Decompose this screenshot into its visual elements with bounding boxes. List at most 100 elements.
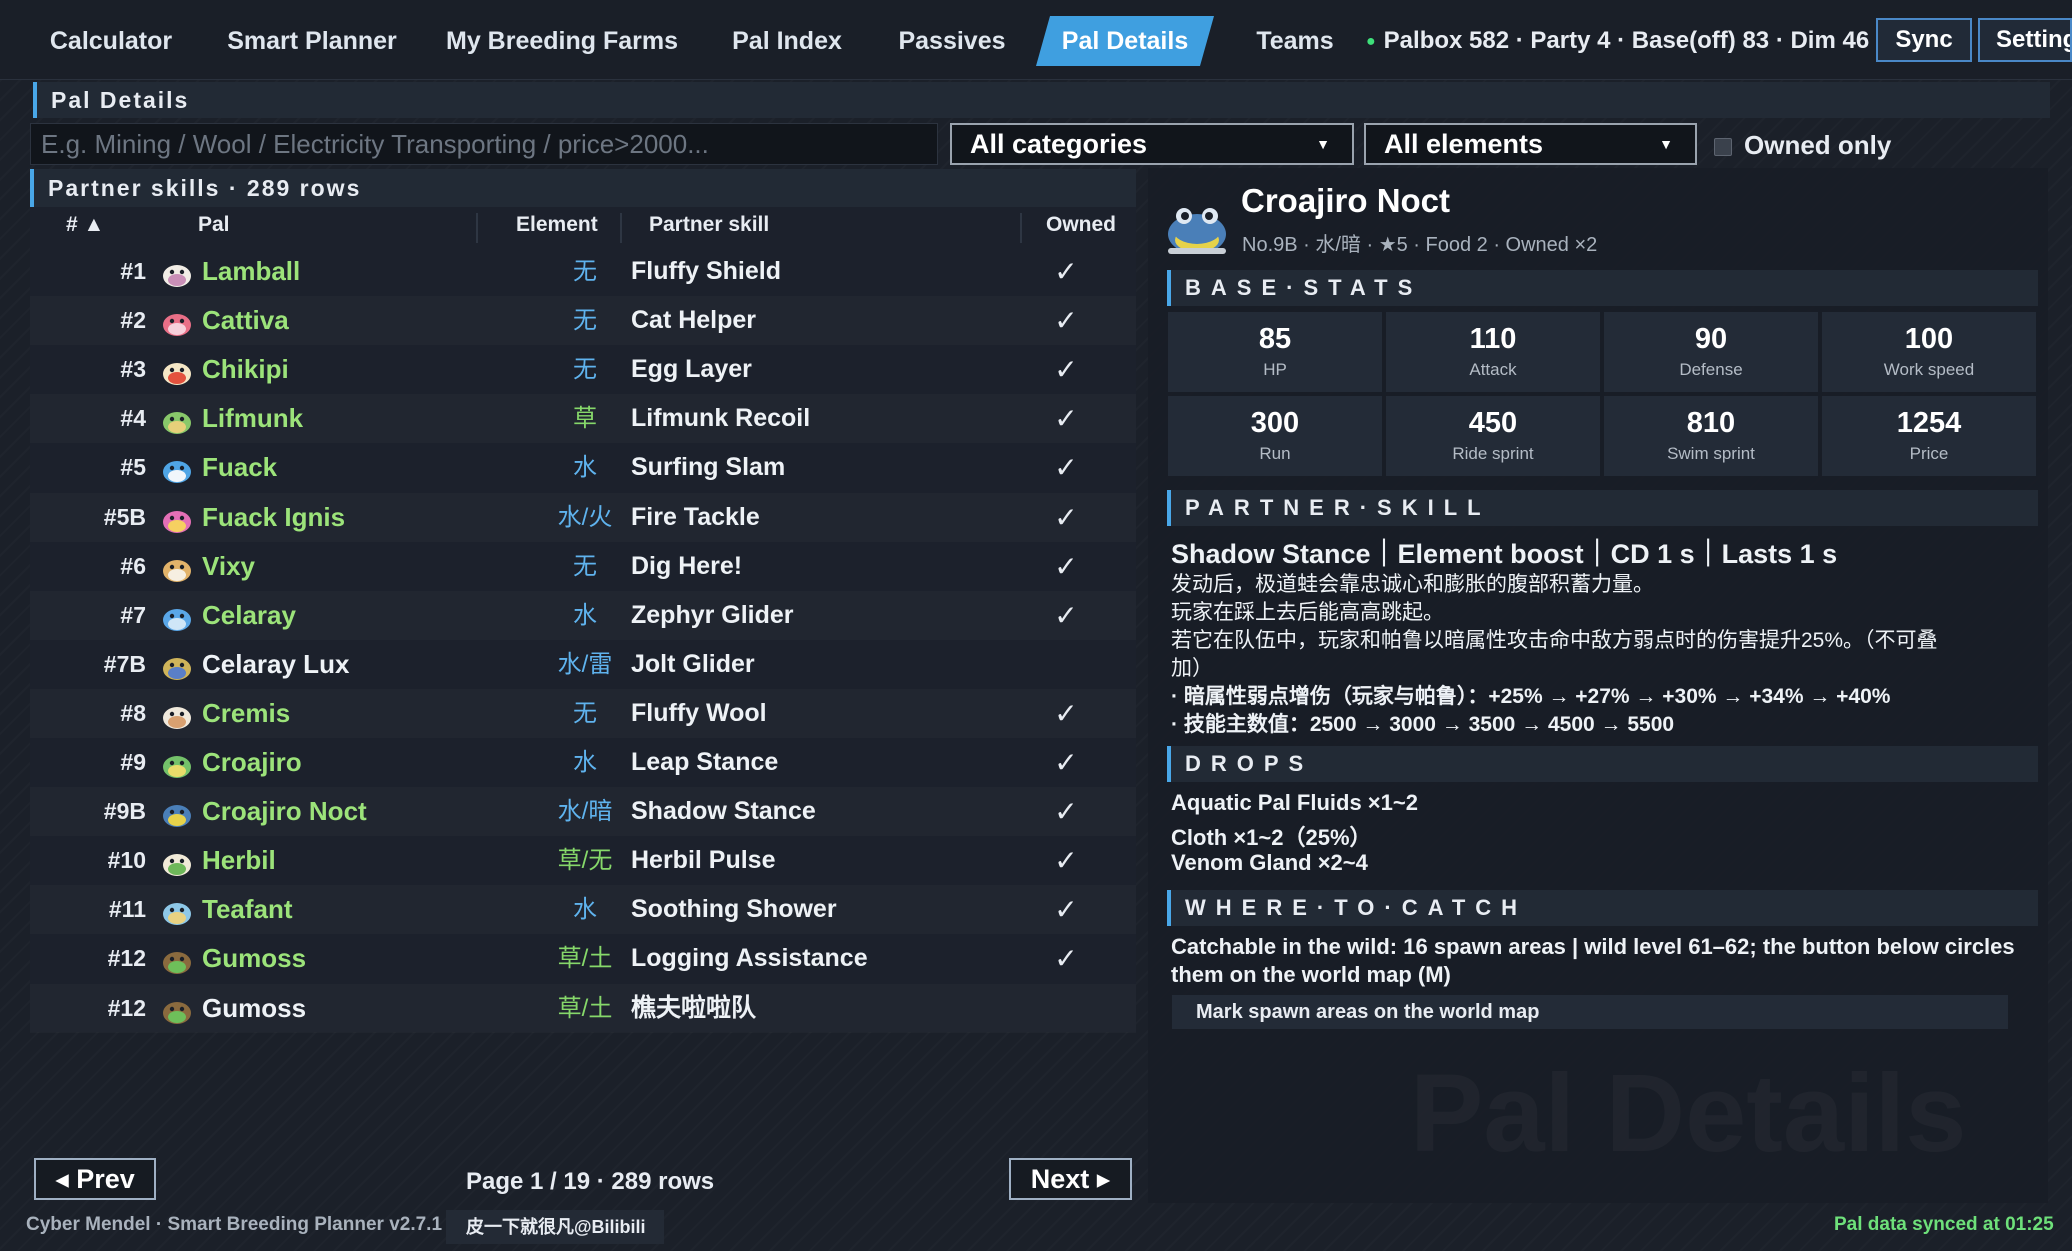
pal-name-link[interactable]: Fuack — [202, 443, 277, 492]
teafant-icon — [160, 896, 194, 926]
table-row[interactable]: #7B Celaray Lux 水/雷 Jolt Glider — [30, 640, 1136, 689]
stat-label: Ride sprint — [1452, 444, 1534, 463]
owned-only-toggle[interactable]: Owned only — [1714, 126, 1891, 164]
pal-name-link[interactable]: Fuack Ignis — [202, 493, 345, 542]
table-row[interactable]: #10 Herbil 草/无 Herbil Pulse ✓ — [30, 836, 1136, 885]
owned-check-icon: ✓ — [1054, 943, 1078, 975]
celaray-icon — [160, 602, 194, 632]
pal-name-link[interactable]: Lifmunk — [202, 394, 303, 443]
croajiro-noct-icon — [160, 798, 194, 828]
section-title: Pal Details — [33, 82, 2050, 118]
tab-teams[interactable]: Teams — [1236, 16, 1354, 66]
header-element[interactable]: Element — [516, 213, 598, 237]
header-pal[interactable]: Pal — [198, 213, 230, 237]
stat-label: Work speed — [1883, 360, 1975, 379]
pal-name-link[interactable]: Gumoss — [202, 934, 306, 983]
partner-skill-name: Dig Here! — [631, 551, 743, 580]
category-select[interactable]: All categories ▼ — [950, 123, 1354, 165]
footer-credit: 皮一下就很凡@Bilibili — [446, 1210, 664, 1244]
tab-calculator[interactable]: Calculator — [36, 16, 186, 66]
row-number: #11 — [108, 896, 146, 923]
tab-pal-index[interactable]: Pal Index — [722, 16, 852, 66]
partner-skill-name: Soothing Shower — [631, 895, 837, 924]
table-row[interactable]: #3 Chikipi 无 Egg Layer ✓ — [30, 345, 1136, 394]
pal-name-link[interactable]: Chikipi — [202, 345, 289, 394]
pal-name-link[interactable]: Vixy — [202, 542, 255, 591]
row-number: #12 — [107, 945, 146, 972]
table-row[interactable]: #8 Cremis 无 Fluffy Wool ✓ — [30, 689, 1136, 738]
partner-skill-desc-line: 发动后，极道蛙会靠忠诚心和膨胀的腹部积蓄力量。 — [1171, 573, 1654, 596]
table-row[interactable]: #5 Fuack 水 Surfing Slam ✓ — [30, 443, 1136, 492]
base-stats-title: BASE·STATS — [1167, 270, 2038, 306]
header-divider — [620, 213, 622, 243]
row-number: #5 — [120, 454, 146, 481]
row-number: #10 — [107, 847, 146, 874]
stat-price: 1254 Price — [1822, 396, 2036, 476]
catch-info-line: Catchable in the wild: 16 spawn areas | … — [1171, 934, 2015, 959]
tab-pal-details[interactable]: Pal Details — [1036, 16, 1214, 66]
owned-check-icon: ✓ — [1054, 796, 1078, 828]
table-row[interactable]: #9 Croajiro 水 Leap Stance ✓ — [30, 738, 1136, 787]
herbil-icon — [160, 847, 194, 877]
table-row[interactable]: #6 Vixy 无 Dig Here! ✓ — [30, 542, 1136, 591]
row-number: #9B — [103, 798, 146, 825]
table-title: Partner skills · 289 rows — [30, 169, 1136, 207]
partner-skill-name: Jolt Glider — [631, 649, 755, 678]
lifmunk-icon — [160, 405, 194, 435]
partner-skill-name: Fluffy Shield — [631, 257, 781, 285]
partner-skill-name: Surfing Slam — [631, 453, 786, 482]
owned-check-icon: ✓ — [1054, 403, 1078, 435]
pal-name-link[interactable]: Gumoss — [202, 984, 306, 1033]
table-row[interactable]: #2 Cattiva 无 Cat Helper ✓ — [30, 296, 1136, 345]
tab-passives[interactable]: Passives — [892, 16, 1012, 66]
croajiro-noct-avatar-icon — [1168, 208, 1226, 254]
mark-spawn-areas-button[interactable]: Mark spawn areas on the world map — [1172, 995, 2008, 1029]
page-info: Page 1 / 19 · 289 rows — [466, 1168, 715, 1195]
stat-value: 100 — [1904, 323, 1954, 355]
cattiva-icon — [160, 307, 194, 337]
header-skill[interactable]: Partner skill — [649, 213, 769, 237]
stat-value: 85 — [1258, 323, 1292, 355]
pal-name-link[interactable]: Herbil — [202, 836, 276, 885]
table-row[interactable]: #4 Lifmunk 草 Lifmunk Recoil ✓ — [30, 394, 1136, 443]
tab-my-breeding-farms[interactable]: My Breeding Farms — [446, 16, 678, 66]
owned-only-checkbox[interactable] — [1714, 138, 1732, 157]
sync-button[interactable]: Sync — [1876, 18, 1972, 62]
header-owned[interactable]: Owned — [1046, 213, 1116, 237]
search-input[interactable] — [30, 123, 938, 165]
chikipi-icon — [160, 356, 194, 386]
celaray-lux-icon — [160, 651, 194, 681]
table-row[interactable]: #12 Gumoss 草/土 Logging Assistance ✓ — [30, 934, 1136, 983]
table-row[interactable]: #1 Lamball 无 Fluffy Shield ✓ — [30, 247, 1136, 296]
pal-name-link[interactable]: Celaray — [202, 591, 296, 640]
table-row[interactable]: #5B Fuack Ignis 水/火 Fire Tackle ✓ — [30, 493, 1136, 542]
gumoss-icon — [160, 945, 194, 975]
next-page-button[interactable]: Next ▸ — [1009, 1158, 1132, 1200]
pal-name: Croajiro Noct — [1241, 182, 1451, 219]
chevron-down-icon: ▼ — [1659, 136, 1673, 152]
pal-name-link[interactable]: Teafant — [202, 885, 293, 934]
row-number: #7B — [103, 650, 146, 677]
prev-page-button[interactable]: ◂ Prev — [34, 1158, 156, 1200]
table-row[interactable]: #11 Teafant 水 Soothing Shower ✓ — [30, 885, 1136, 934]
element-select[interactable]: All elements ▼ — [1364, 123, 1697, 165]
pal-name-link[interactable]: Croajiro — [202, 738, 302, 787]
pal-name-link[interactable]: Cremis — [202, 689, 290, 738]
drop-item: Aquatic Pal Fluids ×1~2 — [1171, 790, 1418, 815]
partner-skills-table: # ▲ Pal Element Partner skill Owned #1 La… — [30, 207, 1136, 1032]
table-body: #1 Lamball 无 Fluffy Shield ✓ #2 Cattiva 无 Cat He… — [30, 247, 1136, 1032]
table-row[interactable]: #7 Celaray 水 Zephyr Glider ✓ — [30, 591, 1136, 640]
partner-skill-name: Lifmunk Recoil — [631, 404, 811, 433]
pal-name-link[interactable]: Lamball — [202, 247, 300, 296]
pal-name-link[interactable]: Celaray Lux — [202, 640, 349, 689]
lamball-icon — [160, 258, 194, 288]
table-row[interactable]: #9B Croajiro Noct 水/暗 Shadow Stance ✓ — [30, 787, 1136, 836]
table-row[interactable]: #12 Gumoss 草/土 樵夫啦啦队 — [30, 984, 1136, 1033]
sync-time: Pal data synced at 01:25 — [1834, 1214, 2054, 1235]
tab-smart-planner[interactable]: Smart Planner — [218, 16, 406, 66]
header-num[interactable]: # ▲ — [66, 213, 104, 237]
pal-name-link[interactable]: Croajiro Noct — [202, 787, 367, 836]
pal-name-link[interactable]: Cattiva — [202, 296, 289, 345]
settings-button[interactable]: Settings — [1978, 18, 2072, 62]
stat-label: Swim sprint — [1667, 444, 1755, 463]
